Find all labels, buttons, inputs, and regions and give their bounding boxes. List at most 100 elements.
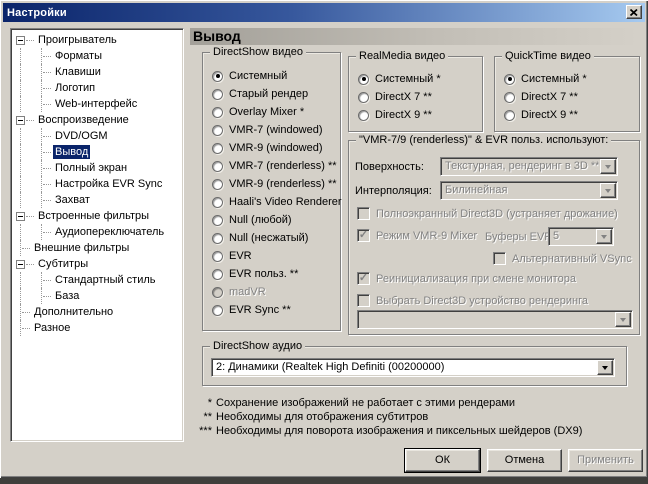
radio-icon <box>212 125 223 136</box>
radio-rm-system[interactable]: Системный * <box>349 70 482 88</box>
radio-icon <box>212 305 223 316</box>
ok-button[interactable]: ОК <box>405 449 480 472</box>
footnote-3: *** Необходимы для поворота изображения … <box>194 425 582 439</box>
sidebar-item-advanced[interactable]: Дополнительно <box>11 304 183 320</box>
tree-collapse-icon[interactable] <box>16 36 25 45</box>
radio-qt-system[interactable]: Системный * <box>495 70 639 88</box>
close-button[interactable] <box>626 5 642 19</box>
sidebar-item-web-interface[interactable]: Web-интерфейс <box>11 96 183 112</box>
checkbox-icon <box>357 272 370 285</box>
tree-collapse-icon[interactable] <box>16 116 25 125</box>
radio-rm-directx9[interactable]: DirectX 9 ** <box>349 106 482 124</box>
checkbox-icon <box>357 294 370 307</box>
title-bar[interactable]: Настройки <box>3 3 645 22</box>
radio-evr-custom[interactable]: EVR польз. ** <box>203 265 340 283</box>
tree-collapse-icon[interactable] <box>16 260 25 269</box>
radio-icon <box>212 197 223 208</box>
directshow-audio-group: DirectShow аудио 2: Динамики (Realtek Hi… <box>202 346 627 386</box>
radio-rm-directx7[interactable]: DirectX 7 ** <box>349 88 482 106</box>
radio-vmr9-renderless[interactable]: VMR-9 (renderless) ** <box>203 175 340 193</box>
radio-null-any[interactable]: Null (любой) <box>203 211 340 229</box>
radio-icon <box>358 92 369 103</box>
radio-icon <box>358 110 369 121</box>
checkbox-icon <box>357 229 370 242</box>
radio-haali-renderer[interactable]: Haali's Video Renderer <box>203 193 340 211</box>
footnote-1: * Сохранение изображений не работает с э… <box>194 397 582 411</box>
alternative-vsync-checkbox[interactable]: Альтернативный VSync <box>493 252 632 265</box>
vmr-evr-settings-group: "VMR-7/9 (renderless)" & EVR польз. испо… <box>348 140 640 335</box>
fullscreen-d3d-checkbox[interactable]: Полноэкранный Direct3D (устраняет дрожан… <box>357 207 618 220</box>
radio-icon <box>212 161 223 172</box>
chevron-down-icon[interactable] <box>596 229 612 244</box>
radio-icon <box>212 143 223 154</box>
sidebar-item-player[interactable]: Проигрыватель <box>11 32 183 48</box>
sidebar-item-dvd-ogm[interactable]: DVD/OGM <box>11 128 183 144</box>
apply-button[interactable]: Применить <box>568 449 643 472</box>
radio-evr-sync[interactable]: EVR Sync ** <box>203 301 340 319</box>
radio-vmr7-renderless[interactable]: VMR-7 (renderless) ** <box>203 157 340 175</box>
sidebar-item-database[interactable]: База <box>11 288 183 304</box>
sidebar-item-external-filters[interactable]: Внешние фильтры <box>11 240 183 256</box>
settings-dialog: Настройки Проигрыватель Форматы Клавиши … <box>0 0 648 478</box>
sidebar-item-logo[interactable]: Логотип <box>11 80 183 96</box>
interpolation-select[interactable]: Билинейная <box>440 181 618 200</box>
radio-icon <box>504 74 515 85</box>
sidebar-item-subtitles[interactable]: Субтитры <box>11 256 183 272</box>
sidebar-item-evr-sync-settings[interactable]: Настройка EVR Sync <box>11 176 183 192</box>
radio-evr[interactable]: EVR <box>203 247 340 265</box>
directshow-video-group: DirectShow видео Системный Старый рендер… <box>202 52 341 331</box>
radio-icon <box>212 215 223 226</box>
sidebar-item-audio-switcher[interactable]: Аудиопереключатель <box>11 224 183 240</box>
footnote-2: ** Необходимы для отображения субтитров <box>194 411 582 425</box>
radio-overlay-mixer[interactable]: Overlay Mixer * <box>203 103 340 121</box>
sidebar-item-fullscreen[interactable]: Полный экран <box>11 160 183 176</box>
cancel-button[interactable]: Отмена <box>487 449 562 472</box>
radio-icon <box>504 110 515 121</box>
evr-buffers-label: Буферы EVR: <box>485 231 555 243</box>
radio-icon <box>212 251 223 262</box>
radio-vmr7-windowed[interactable]: VMR-7 (windowed) <box>203 121 340 139</box>
surface-label: Поверхность: <box>355 161 424 173</box>
sidebar-item-capture[interactable]: Захват <box>11 192 183 208</box>
sidebar-item-formats[interactable]: Форматы <box>11 48 183 64</box>
footnotes: * Сохранение изображений не работает с э… <box>194 397 582 439</box>
sidebar-item-output[interactable]: Вывод <box>11 144 183 160</box>
reinit-on-monitor-change-checkbox[interactable]: Реинициализация при смене монитора <box>357 272 576 285</box>
radio-system[interactable]: Системный <box>203 67 340 85</box>
surface-select[interactable]: Текстурная, рендеринг в 3D ** <box>440 157 618 176</box>
radio-vmr9-windowed[interactable]: VMR-9 (windowed) <box>203 139 340 157</box>
chevron-down-icon[interactable] <box>600 159 616 174</box>
checkbox-icon <box>357 207 370 220</box>
radio-icon <box>504 92 515 103</box>
sidebar-item-misc[interactable]: Разное <box>11 320 183 336</box>
radio-qt-directx7[interactable]: DirectX 7 ** <box>495 88 639 106</box>
quicktime-video-group: QuickTime видео Системный * DirectX 7 **… <box>494 56 640 132</box>
checkbox-icon <box>493 252 506 265</box>
radio-null-uncompressed[interactable]: Null (несжатый) <box>203 229 340 247</box>
radio-icon <box>212 89 223 100</box>
radio-icon <box>212 71 223 82</box>
window-title: Настройки <box>3 7 67 19</box>
radio-icon <box>212 269 223 280</box>
d3d-device-select[interactable] <box>357 310 633 329</box>
radio-madvr[interactable]: madVR <box>203 283 340 301</box>
sidebar-item-playback[interactable]: Воспроизведение <box>11 112 183 128</box>
vmr9-mixer-checkbox[interactable]: Режим VMR-9 Mixer <box>357 229 479 242</box>
evr-buffers-select[interactable]: 5 <box>548 227 614 246</box>
radio-icon <box>212 179 223 190</box>
radio-old-renderer[interactable]: Старый рендер <box>203 85 340 103</box>
page-title: Вывод <box>190 28 640 45</box>
interpolation-label: Интерполяция: <box>355 185 432 197</box>
radio-qt-directx9[interactable]: DirectX 9 ** <box>495 106 639 124</box>
chevron-down-icon[interactable] <box>615 312 631 327</box>
sidebar-item-default-style[interactable]: Стандартный стиль <box>11 272 183 288</box>
radio-icon <box>212 233 223 244</box>
sidebar-item-keys[interactable]: Клавиши <box>11 64 183 80</box>
chevron-down-icon[interactable] <box>600 183 616 198</box>
tree-collapse-icon[interactable] <box>16 212 25 221</box>
selected-tree-item: Вывод <box>53 145 90 159</box>
chevron-down-icon[interactable] <box>597 360 613 375</box>
sidebar-item-internal-filters[interactable]: Встроенные фильтры <box>11 208 183 224</box>
select-d3d-device-checkbox[interactable]: Выбрать Direct3D устройство рендеринга <box>357 294 588 307</box>
audio-device-select[interactable]: 2: Динамики (Realtek High Definiti (0020… <box>211 358 615 377</box>
